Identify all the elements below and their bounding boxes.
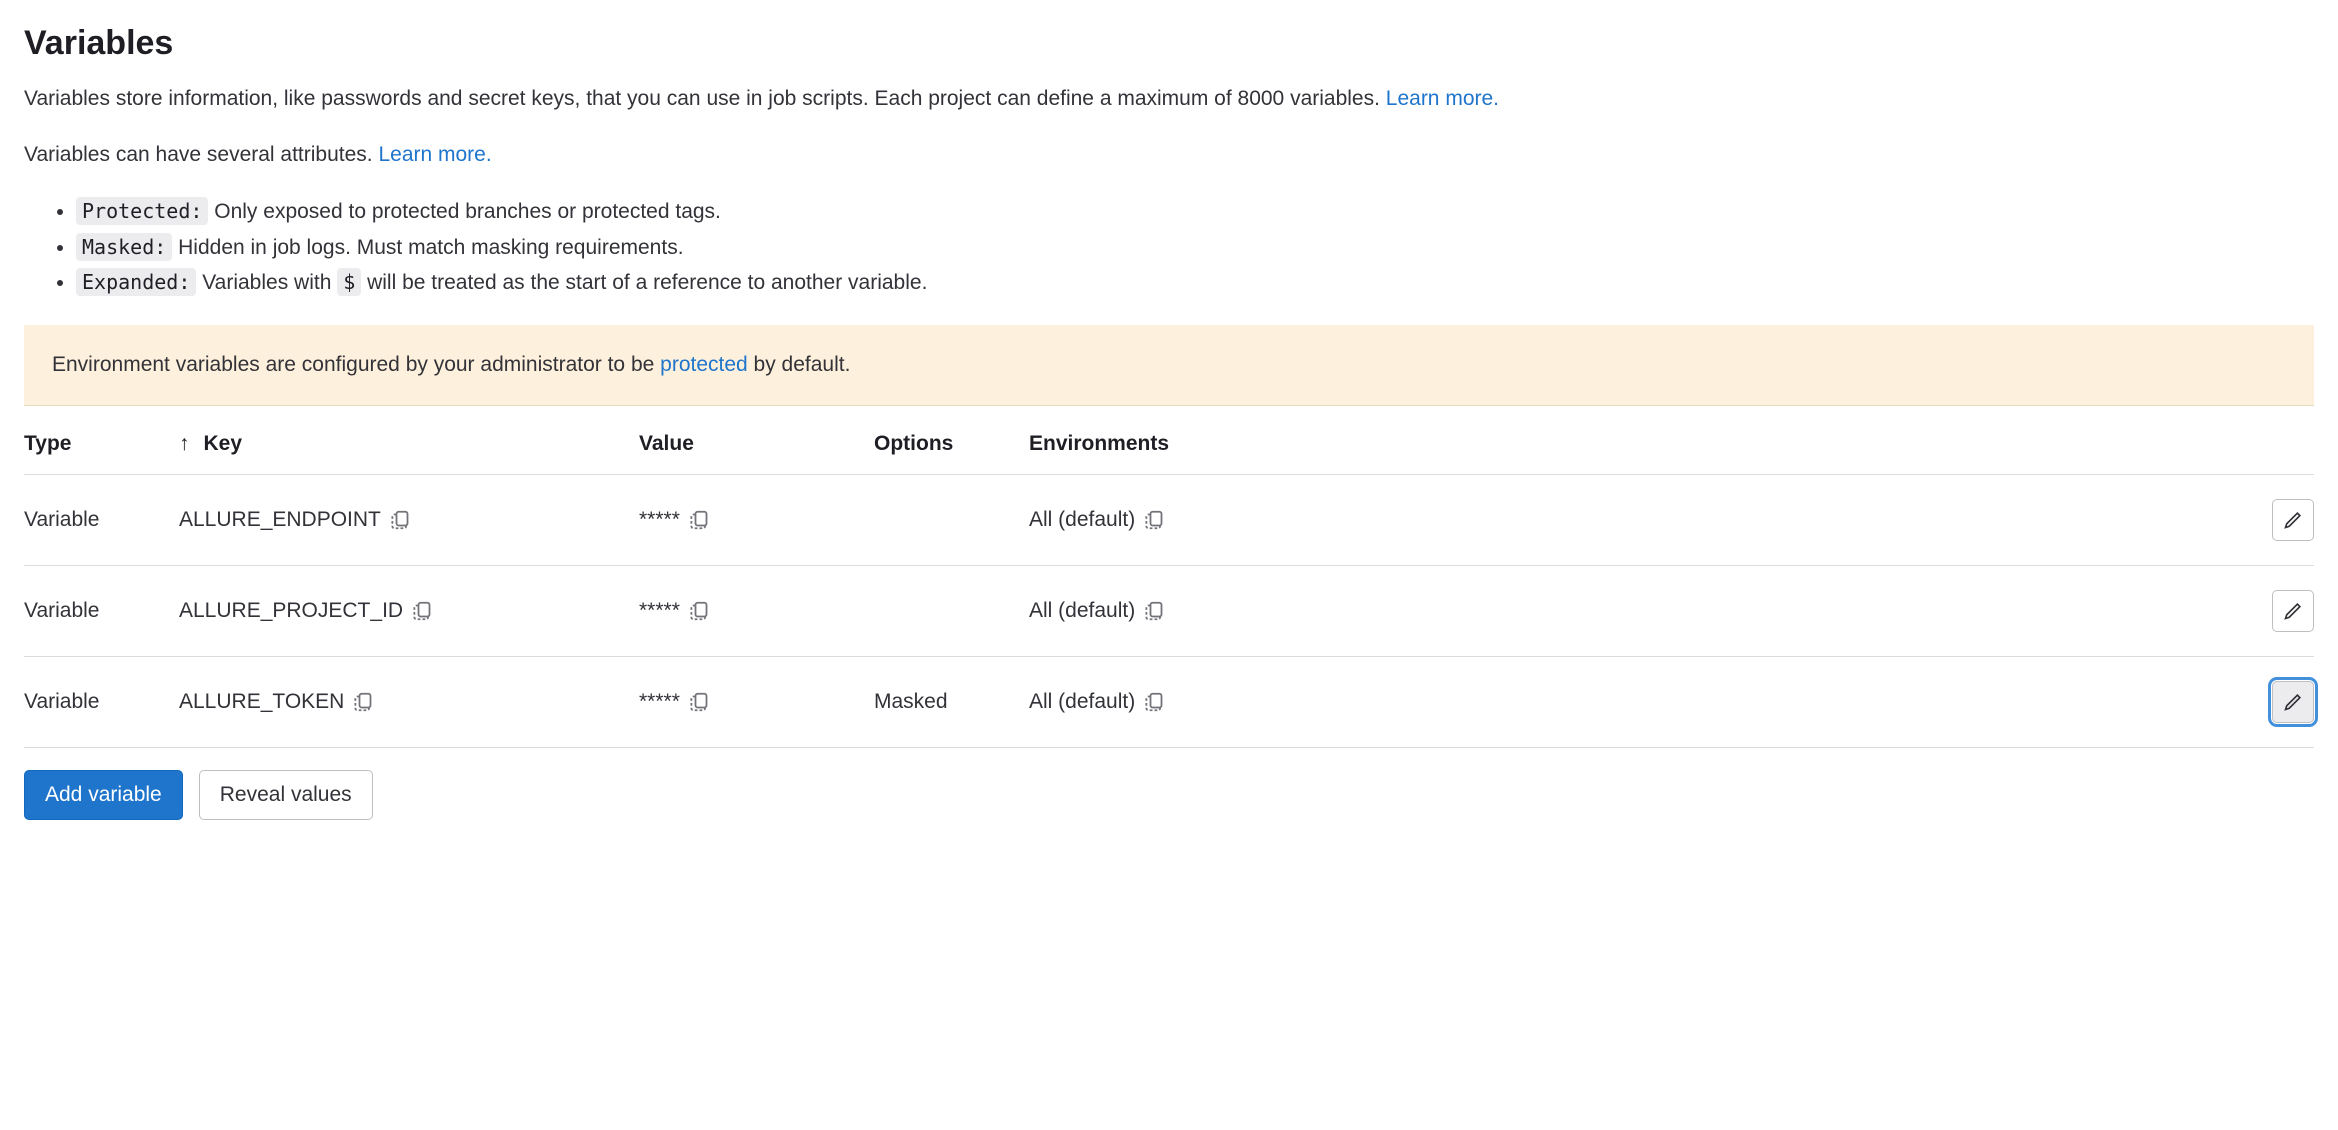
copy-value-icon[interactable] (690, 600, 712, 622)
copy-env-icon[interactable] (1145, 691, 1167, 713)
attribute-protected: Protected: Only exposed to protected bra… (76, 194, 2314, 230)
attribute-masked: Masked: Hidden in job logs. Must match m… (76, 230, 2314, 266)
expanded-text-before: Variables with (196, 271, 337, 294)
edit-button[interactable] (2272, 499, 2314, 541)
row-key: ALLURE_ENDPOINT (179, 508, 639, 532)
banner-suffix: by default. (748, 353, 851, 376)
row-value: ***** (639, 690, 874, 714)
protected-tag: Protected: (76, 197, 208, 225)
copy-key-icon[interactable] (413, 600, 435, 622)
pencil-icon (2283, 510, 2303, 530)
description-text: Variables store information, like passwo… (24, 87, 1386, 110)
copy-value-icon[interactable] (690, 691, 712, 713)
page-title: Variables (24, 24, 2314, 63)
row-env: All (default) (1029, 599, 2244, 623)
row-key: ALLURE_TOKEN (179, 690, 639, 714)
learn-more-link[interactable]: Learn more. (1386, 87, 1499, 110)
row-env: All (default) (1029, 690, 2244, 714)
variables-description: Variables store information, like passwo… (24, 83, 2314, 115)
info-banner: Environment variables are configured by … (24, 325, 2314, 406)
row-type: Variable (24, 599, 179, 623)
table-row: Variable ALLURE_TOKEN ***** Masked All (… (24, 657, 2314, 748)
env-text: All (default) (1029, 690, 1135, 714)
pencil-icon (2283, 692, 2303, 712)
protected-link[interactable]: protected (660, 353, 748, 376)
key-text: ALLURE_PROJECT_ID (179, 599, 403, 623)
key-text: ALLURE_ENDPOINT (179, 508, 381, 532)
edit-button[interactable] (2272, 590, 2314, 632)
add-variable-button[interactable]: Add variable (24, 770, 183, 820)
value-text: ***** (639, 690, 680, 714)
row-type: Variable (24, 690, 179, 714)
pencil-icon (2283, 601, 2303, 621)
row-value: ***** (639, 599, 874, 623)
row-env: All (default) (1029, 508, 2244, 532)
attributes-intro: Variables can have several attributes. L… (24, 139, 2314, 171)
masked-text: Hidden in job logs. Must match masking r… (172, 236, 683, 259)
header-key[interactable]: ↑ Key (179, 432, 639, 456)
header-options[interactable]: Options (874, 432, 1029, 456)
key-text: ALLURE_TOKEN (179, 690, 344, 714)
copy-key-icon[interactable] (354, 691, 376, 713)
row-type: Variable (24, 508, 179, 532)
copy-env-icon[interactable] (1145, 509, 1167, 531)
table-header-row: Type ↑ Key Value Options Environments (24, 414, 2314, 475)
row-options: Masked (874, 690, 1029, 714)
table-row: Variable ALLURE_ENDPOINT ***** All (defa… (24, 475, 2314, 566)
copy-key-icon[interactable] (391, 509, 413, 531)
header-environments[interactable]: Environments (1029, 432, 2244, 456)
row-value: ***** (639, 508, 874, 532)
expanded-text-after: will be treated as the start of a refere… (361, 271, 927, 294)
sort-arrow-icon: ↑ (179, 432, 190, 456)
banner-prefix: Environment variables are configured by … (52, 353, 660, 376)
edit-button[interactable] (2272, 681, 2314, 723)
copy-env-icon[interactable] (1145, 600, 1167, 622)
variables-table: Type ↑ Key Value Options Environments Va… (24, 414, 2314, 748)
copy-value-icon[interactable] (690, 509, 712, 531)
attributes-list: Protected: Only exposed to protected bra… (24, 194, 2314, 301)
attribute-expanded: Expanded: Variables with $ will be treat… (76, 265, 2314, 301)
masked-tag: Masked: (76, 233, 172, 261)
expanded-tag: Expanded: (76, 268, 196, 296)
attributes-intro-text: Variables can have several attributes. (24, 143, 378, 166)
dollar-sign: $ (337, 268, 361, 296)
attributes-learn-more-link[interactable]: Learn more. (378, 143, 491, 166)
value-text: ***** (639, 599, 680, 623)
table-row: Variable ALLURE_PROJECT_ID ***** All (de… (24, 566, 2314, 657)
header-key-label: Key (204, 432, 243, 456)
env-text: All (default) (1029, 599, 1135, 623)
protected-text: Only exposed to protected branches or pr… (208, 200, 720, 223)
row-key: ALLURE_PROJECT_ID (179, 599, 639, 623)
header-value[interactable]: Value (639, 432, 874, 456)
env-text: All (default) (1029, 508, 1135, 532)
footer-buttons: Add variable Reveal values (24, 770, 2314, 820)
reveal-values-button[interactable]: Reveal values (199, 770, 373, 820)
value-text: ***** (639, 508, 680, 532)
header-type[interactable]: Type (24, 432, 179, 456)
